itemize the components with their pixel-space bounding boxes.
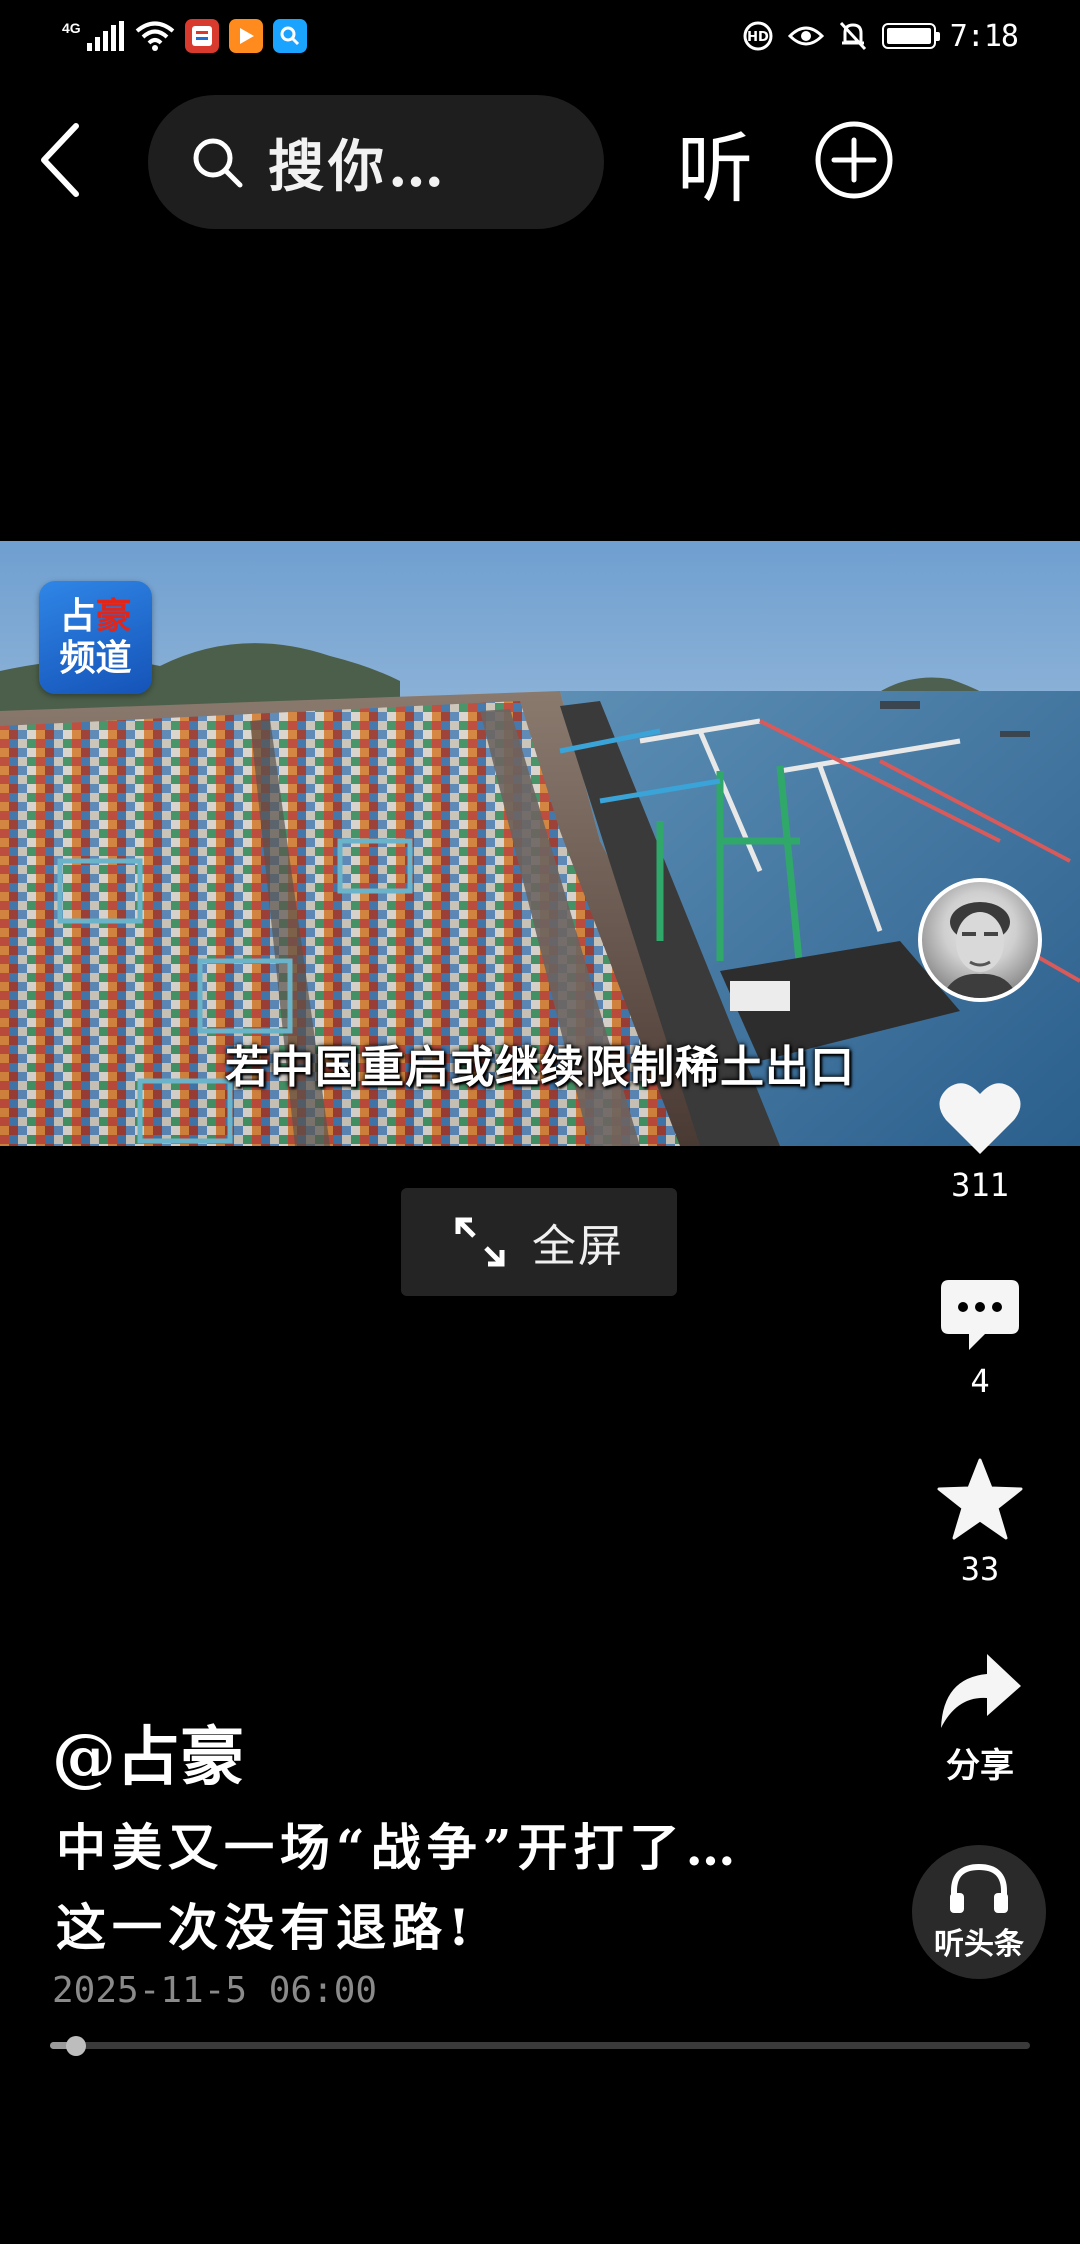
channel-logo-char-2: 豪 [95, 595, 132, 637]
status-bar-left: 4G [62, 18, 307, 54]
network-type: 4G [62, 20, 81, 36]
clock: 7:18 [949, 18, 1019, 54]
headphones-icon [950, 1863, 1008, 1913]
star-icon [937, 1458, 1023, 1540]
wifi-icon [135, 21, 174, 51]
like-button[interactable]: 311 [918, 1080, 1042, 1204]
expand-icon [455, 1217, 505, 1267]
share-button[interactable]: 分享 [918, 1650, 1042, 1787]
channel-logo-line1: 占豪 [59, 596, 131, 638]
share-label: 分享 [946, 1746, 1014, 1786]
battery-icon [881, 23, 940, 49]
avatar-portrait [942, 902, 1018, 998]
share-arrow-icon [941, 1654, 1021, 1728]
comment-count: 4 [970, 1362, 990, 1400]
listen-button[interactable]: 听 [660, 112, 770, 213]
battery-level [886, 28, 931, 44]
fullscreen-button[interactable]: 全屏 [401, 1188, 677, 1296]
post-date: 2025-11-5 06:00 [52, 1970, 378, 2011]
listen-headlines-button[interactable]: 听头条 [912, 1845, 1046, 1979]
comment-button[interactable]: 4 [918, 1278, 1042, 1400]
like-count: 311 [951, 1166, 1009, 1204]
post-caption[interactable]: 中美又一场“战争”开打了… 这一次没有退路! [56, 1808, 856, 1968]
heart-icon [939, 1083, 1021, 1154]
channel-logo-line2: 频道 [59, 637, 132, 679]
video-player[interactable]: 占豪 频道 若中国重启或继续限制稀土出口 [0, 541, 1080, 1146]
comment-icon [941, 1280, 1019, 1350]
fullscreen-label: 全屏 [532, 1221, 624, 1272]
caption-line-2: 这一次没有退路! [56, 1898, 476, 1957]
status-bar: 4G HD 7:18 [0, 0, 1080, 72]
add-button[interactable] [812, 118, 896, 202]
search-placeholder: 搜你… [268, 133, 448, 200]
video-app-icon [228, 19, 263, 53]
channel-logo-char-1: 占 [59, 595, 96, 637]
svg-text:HD: HD [747, 30, 769, 45]
listen-headlines-label: 听头条 [934, 1927, 1024, 1962]
author-avatar[interactable] [918, 878, 1042, 1002]
progress-track [50, 2042, 1030, 2049]
hd-call-icon: HD [743, 21, 773, 51]
plus-circle-icon [815, 121, 893, 199]
signal-icon [86, 21, 124, 51]
channel-logo: 占豪 频道 [39, 581, 152, 694]
search-input[interactable]: 搜你… [148, 95, 604, 229]
video-progress-slider[interactable] [50, 2036, 1030, 2056]
caption-line-1: 中美又一场“战争”开打了… [56, 1818, 742, 1877]
author-name[interactable]: @占豪 [52, 1706, 244, 1798]
favorite-button[interactable]: 33 [918, 1458, 1042, 1588]
search-app-icon [272, 19, 307, 53]
chevron-left-icon [41, 123, 79, 197]
app-notification-icon [184, 19, 219, 53]
status-bar-right: HD 7:18 [742, 16, 1019, 56]
progress-thumb[interactable] [66, 2036, 87, 2056]
search-icon [193, 138, 243, 188]
eye-comfort-icon [787, 26, 824, 46]
mute-bell-icon [839, 21, 866, 51]
favorite-count: 33 [960, 1550, 1000, 1588]
back-button[interactable] [30, 115, 90, 205]
